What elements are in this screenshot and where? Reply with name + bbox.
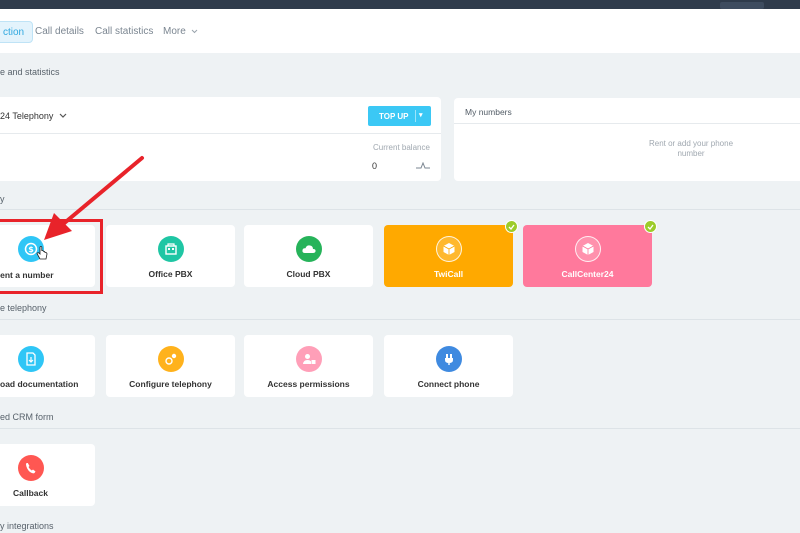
annotation-arrow bbox=[44, 156, 144, 240]
